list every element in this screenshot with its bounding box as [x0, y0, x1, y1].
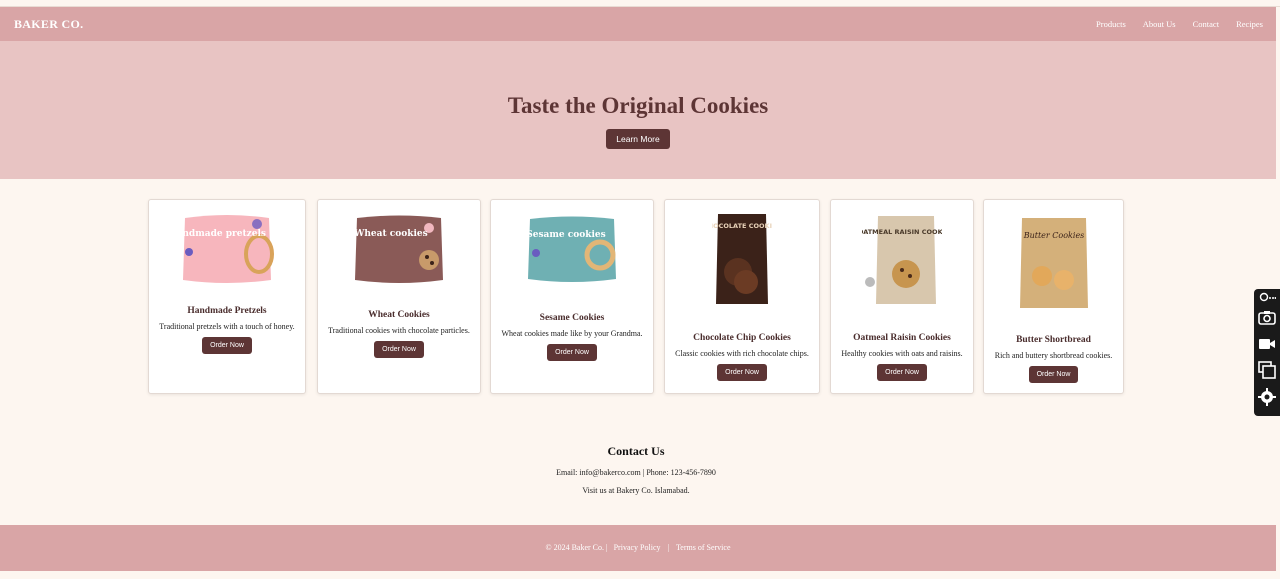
- nav-products[interactable]: Products: [1096, 19, 1126, 29]
- windows-icon[interactable]: [1258, 361, 1276, 379]
- product-title: Handmade Pretzels: [187, 306, 267, 316]
- product-description: Rich and buttery shortbread cookies.: [994, 351, 1113, 360]
- order-now-button[interactable]: Order Now: [877, 364, 927, 381]
- footer: © 2024 Baker Co. | Privacy Policy | Term…: [0, 525, 1276, 571]
- contact-email-phone: Email: info@bakerco.com | Phone: 123-456…: [556, 468, 716, 477]
- svg-text:Butter Cookies: Butter Cookies: [1022, 231, 1084, 240]
- product-title: Sesame Cookies: [539, 313, 605, 323]
- nav-recipes[interactable]: Recipes: [1236, 19, 1263, 29]
- order-now-button[interactable]: Order Now: [547, 344, 597, 361]
- svg-text:OATMEAL RAISIN COOKIES: OATMEAL RAISIN COOKIES: [862, 228, 942, 236]
- product-card-handmade-pretzels: Handmade pretzels Handmade Pretzels Trad…: [148, 199, 306, 394]
- svg-text:CHOCOLATE COOKIES: CHOCOLATE COOKIES: [712, 222, 772, 230]
- product-description: Traditional cookies with chocolate parti…: [328, 326, 470, 335]
- product-card-oatmeal-raisin-cookies: OATMEAL RAISIN COOKIES Oatmeal Raisin Co…: [830, 199, 974, 394]
- product-title: Wheat Cookies: [368, 310, 430, 320]
- svg-text:Wheat cookies: Wheat cookies: [353, 229, 427, 239]
- nav-about-us[interactable]: About Us: [1143, 19, 1176, 29]
- order-now-button[interactable]: Order Now: [717, 364, 767, 381]
- camera-icon[interactable]: [1258, 308, 1276, 326]
- order-now-button[interactable]: Order Now: [202, 337, 252, 354]
- screenshot-toolbar: [1254, 289, 1280, 416]
- order-now-button[interactable]: Order Now: [374, 341, 424, 358]
- product-description: Traditional pretzels with a touch of hon…: [159, 322, 295, 331]
- privacy-policy-link[interactable]: Privacy Policy: [614, 543, 661, 552]
- butter-cookies-pack-image: Butter Cookies: [1019, 218, 1088, 308]
- product-title: Butter Shortbread: [1016, 335, 1091, 345]
- nav-links: Products About Us Contact Recipes: [1096, 19, 1263, 29]
- chocolate-chip-pack-image: CHOCOLATE COOKIES: [712, 214, 772, 304]
- product-title: Oatmeal Raisin Cookies: [853, 333, 951, 343]
- svg-text:Handmade pretzels: Handmade pretzels: [177, 229, 266, 239]
- brand-logo[interactable]: BAKER CO.: [14, 17, 83, 32]
- terms-of-service-link[interactable]: Terms of Service: [676, 543, 731, 552]
- navbar: BAKER CO. Products About Us Contact Reci…: [0, 7, 1276, 41]
- hero-banner: Taste the Original Cookies Learn More: [0, 41, 1276, 179]
- product-description: Classic cookies with rich chocolate chip…: [675, 349, 809, 358]
- product-description: Healthy cookies with oats and raisins.: [841, 349, 963, 358]
- pretzel-pack-image: Handmade pretzels: [177, 215, 274, 283]
- svg-text:Sesame cookies: Sesame cookies: [526, 230, 605, 240]
- product-title: Chocolate Chip Cookies: [693, 333, 791, 343]
- hero-title: Taste the Original Cookies: [507, 93, 769, 118]
- wheat-cookies-pack-image: Wheat cookies: [353, 215, 443, 283]
- sesame-cookies-pack-image: Sesame cookies: [526, 216, 616, 282]
- nav-contact[interactable]: Contact: [1193, 19, 1219, 29]
- product-description: Wheat cookies made like by your Grandma.: [501, 329, 643, 338]
- contact-title: Contact Us: [607, 444, 665, 458]
- product-card-wheat-cookies: Wheat cookies Wheat Cookies Traditional …: [317, 199, 481, 394]
- contact-address: Visit us at Bakery Co. Islamabad.: [582, 486, 690, 495]
- footer-separator: |: [667, 543, 670, 552]
- footer-copyright: © 2024 Baker Co. |: [545, 543, 608, 552]
- contact-section: Contact Us Email: info@bakerco.com | Pho…: [0, 444, 1272, 495]
- product-card-butter-shortbread: Butter Cookies Butter Shortbread Rich an…: [983, 199, 1124, 394]
- video-icon[interactable]: [1258, 335, 1276, 353]
- learn-more-button[interactable]: Learn More: [606, 129, 670, 149]
- order-now-button[interactable]: Order Now: [1028, 366, 1079, 383]
- product-card-sesame-cookies: Sesame cookies Sesame Cookies Wheat cook…: [490, 199, 654, 394]
- gear-icon[interactable]: [1258, 388, 1276, 406]
- oatmeal-raisin-pack-image: OATMEAL RAISIN COOKIES: [862, 216, 942, 304]
- pin-more-icon[interactable]: [1258, 291, 1276, 309]
- browser-top-strip: [0, 0, 1280, 7]
- product-card-chocolate-chip-cookies: CHOCOLATE COOKIES Chocolate Chip Cookies…: [664, 199, 820, 394]
